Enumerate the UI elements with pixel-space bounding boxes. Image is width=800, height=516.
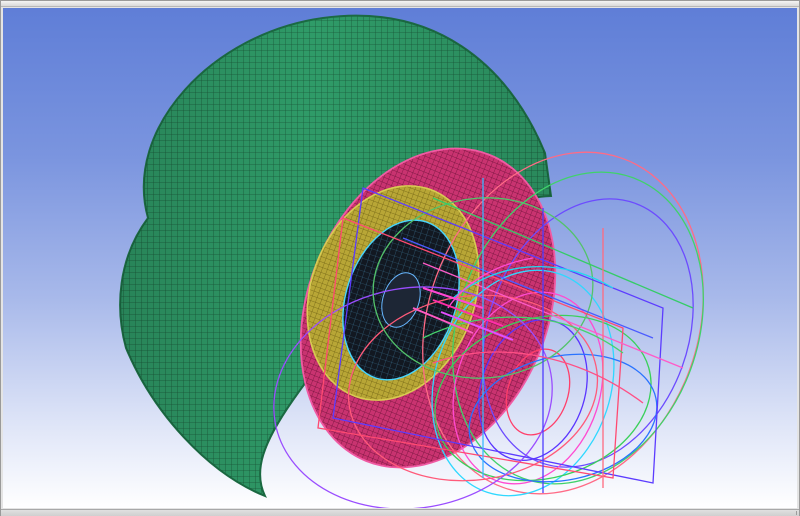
application-window	[0, 0, 800, 516]
graphics-viewport[interactable]	[3, 8, 797, 508]
window-corner-marker	[796, 511, 797, 515]
window-bottom-edge	[1, 509, 799, 516]
mesh-model-canvas[interactable]	[3, 8, 797, 508]
window-top-edge	[1, 1, 799, 7]
